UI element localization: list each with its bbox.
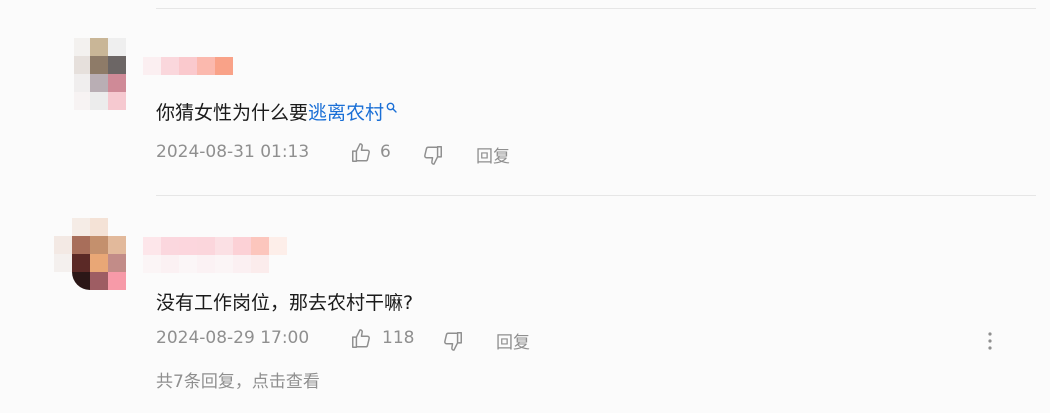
username[interactable]	[143, 237, 288, 273]
like-count: 6	[380, 142, 391, 162]
reply-button[interactable]: 回复	[476, 142, 510, 167]
search-icon[interactable]	[386, 96, 397, 118]
thumbs-up-icon[interactable]	[350, 142, 372, 169]
more-vertical-icon[interactable]	[986, 331, 994, 355]
divider-top	[156, 8, 1036, 9]
like-count: 118	[382, 328, 415, 348]
timestamp: 2024-08-29 17:00	[156, 328, 310, 348]
thumbs-down-icon[interactable]	[422, 144, 444, 171]
comment-list: 你猜女性为什么要逃离农村 2024-08-31 01:13 6 回复 没有工作岗…	[0, 0, 1050, 413]
comment-content: 没有工作岗位，那去农村干嘛?	[156, 288, 413, 315]
comment-text: 没有工作岗位，那去农村干嘛?	[156, 292, 414, 314]
avatar[interactable]	[52, 218, 126, 290]
thumbs-up-icon[interactable]	[350, 328, 372, 355]
thumbs-down-icon[interactable]	[442, 330, 464, 357]
username[interactable]	[143, 57, 235, 75]
comment-meta: 2024-08-31 01:13 6 回复	[156, 142, 656, 169]
timestamp: 2024-08-31 01:13	[156, 142, 310, 162]
avatar[interactable]	[72, 38, 128, 110]
comment-text: 你猜女性为什么要	[156, 102, 309, 124]
view-replies-link[interactable]: 共7条回复，点击查看	[156, 367, 320, 392]
divider-middle	[156, 195, 1036, 196]
comment-meta: 2024-08-29 17:00 118 回复	[156, 328, 1016, 355]
comment-content: 你猜女性为什么要逃离农村	[156, 98, 397, 125]
search-keyword-link[interactable]: 逃离农村	[308, 102, 384, 124]
reply-button[interactable]: 回复	[496, 328, 530, 353]
